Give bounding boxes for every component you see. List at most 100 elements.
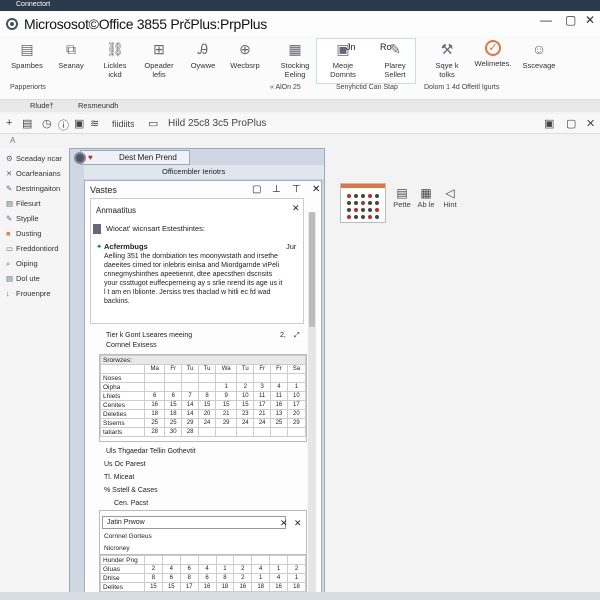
right-item-table[interactable]: ▦ Ab le [414,186,438,209]
calendar-cell[interactable] [161,555,181,565]
pin-button[interactable]: ⊥ [272,184,281,195]
panel-icon[interactable]: ▣ [544,117,554,130]
calendar-cell[interactable] [197,555,217,565]
ribbon-button-copy[interactable]: ⧉ Seanay [48,40,94,70]
sidebar-item-0[interactable]: ⚙ Sceaday ncar [6,154,62,163]
calendar-cell[interactable] [270,373,288,383]
calendar-cell[interactable]: 1 [286,382,307,392]
calendar-cell[interactable]: 16 [143,400,166,410]
calendar-cell[interactable]: 10 [286,391,307,401]
calendar-cell[interactable]: 6 [179,564,199,574]
calendar-cell[interactable] [215,555,235,565]
calendar-cell[interactable] [181,382,200,392]
calendar-cell[interactable] [179,555,199,565]
calendar-cell[interactable]: 4 [251,564,271,574]
calendar-cell[interactable]: 16 [197,582,217,592]
ribbon-button-person[interactable]: ☺ Sscevage [516,40,562,70]
expand-icon[interactable]: ⤢ [294,332,300,340]
sidebar-item-7[interactable]: ⌕ Oiping [6,259,38,269]
sidebar-item-3[interactable]: ▤ Filesurt [6,199,41,208]
calendar-cell[interactable]: 6 [161,573,181,583]
calendar-cell[interactable]: 17 [179,582,199,592]
calendar-cell[interactable]: 18 [215,582,235,592]
calendar-cell[interactable]: 6 [164,391,183,401]
calendar-cell[interactable]: 29 [286,418,307,428]
calendar-cell[interactable]: 15 [236,400,255,410]
save-icon[interactable]: ▣ [74,117,84,130]
calendar-cell[interactable] [251,555,271,565]
restore-panel-button[interactable]: ▢ [252,184,261,195]
maximize-button[interactable]: ▢ [565,13,576,27]
calendar-cell[interactable]: 2 [236,382,255,392]
calendar-cell[interactable] [181,373,200,383]
close-window-button[interactable]: ✕ [585,13,595,27]
calendar-cell[interactable]: 15 [161,582,181,592]
calendar-cell[interactable]: 25 [164,418,183,428]
calendar-cell[interactable]: 24 [253,418,272,428]
minimize-button[interactable]: — [540,13,552,27]
option-item-4[interactable]: Cen. Pacst [114,500,148,507]
folder-icon[interactable]: ▭ [148,117,158,130]
calendar-cell[interactable] [198,427,217,437]
calendar-cell[interactable] [236,427,255,437]
calendar-cell[interactable]: 8 [198,391,217,401]
calendar-cell[interactable]: 13 [270,409,288,419]
right-item-speaker[interactable]: ◁ Hint [438,186,462,209]
calendar-cell[interactable]: 1 [215,382,238,392]
calendar-cell[interactable]: 9 [215,391,238,401]
sidebar-item-8[interactable]: ▤ Dol ute [6,274,40,283]
calendar-cell[interactable]: 18 [287,582,306,592]
search-clear-icon[interactable]: ✕ [280,518,288,529]
calendar-cell[interactable] [253,373,272,383]
ribbon-button-format[interactable]: Ꭿ Oywwe [180,40,226,70]
calendar-cell[interactable] [287,555,306,565]
ribbon-button-merge[interactable]: ▣ Meoje Domnts [320,40,366,79]
calendar-cell[interactable]: 20 [198,409,217,419]
calendar-cell[interactable] [215,427,238,437]
calendar-cell[interactable]: 11 [253,391,272,401]
clock-icon[interactable]: ◷ [42,117,52,130]
wifi-icon[interactable]: ≋ [90,117,99,130]
calendar-cell[interactable] [236,373,255,383]
card-close-button[interactable]: ✕ [292,204,300,213]
calendar-cell[interactable]: 2 [233,573,253,583]
calendar-cell[interactable]: 8 [179,573,199,583]
calendar-cell[interactable] [164,373,183,383]
calendar-cell[interactable]: 4 [269,573,288,583]
calendar-cell[interactable]: 6 [143,391,166,401]
calendar-cell[interactable] [269,555,288,565]
calendar-cell[interactable]: 17 [286,400,307,410]
calendar-cell[interactable]: 16 [270,400,288,410]
calendar-cell[interactable] [143,382,166,392]
calendar-cell[interactable]: 15 [198,400,217,410]
calendar-cell[interactable]: 1 [215,564,235,574]
calendar-cell[interactable]: 29 [215,418,238,428]
calendar-cell[interactable]: 8 [144,573,163,583]
option-item-0[interactable]: Uls Thgaedar Tellin Gothevtit [106,448,196,455]
search-input[interactable]: Jatin Prwow [102,516,286,529]
ribbon-button-open[interactable]: ⊞ Opeader lefis [136,40,182,79]
search-close-icon[interactable]: ✕ [294,518,302,529]
calendar-cell[interactable]: 20 [286,409,307,419]
ribbon-button-web[interactable]: ⊕ Wecbsrp [222,40,268,70]
calendar-cell[interactable]: 4 [270,382,288,392]
option-item-1[interactable]: Us Oc Parest [104,461,146,468]
info-icon[interactable]: ⓘ [58,117,69,133]
calendar-cell[interactable]: 11 [270,391,288,401]
ribbon-button-edit[interactable]: ✎ Plarey Sellert [372,40,418,79]
calendar-cell[interactable]: 4 [161,564,181,574]
calendar-cell[interactable]: 25 [270,418,288,428]
close-panel-button[interactable]: ✕ [312,184,320,195]
calendar-cell[interactable] [233,555,253,565]
calendar-cell[interactable]: 1 [251,573,271,583]
ribbon-button-document[interactable]: ▤ Spambes [4,40,50,70]
calendar-cell[interactable]: 21 [215,409,238,419]
document-icon[interactable]: ▤ [22,117,32,130]
right-item-paste[interactable]: ▤ Pette [390,186,414,209]
calendar-cell[interactable]: 15 [164,400,183,410]
calendar-cell[interactable] [198,373,217,383]
calendar-cell[interactable]: 3 [253,382,272,392]
sidebar-item-2[interactable]: ✎ Destringaiton [6,184,60,193]
option-item-2[interactable]: Tl. Miceat [104,474,134,481]
calendar-cell[interactable]: 18 [143,409,166,419]
